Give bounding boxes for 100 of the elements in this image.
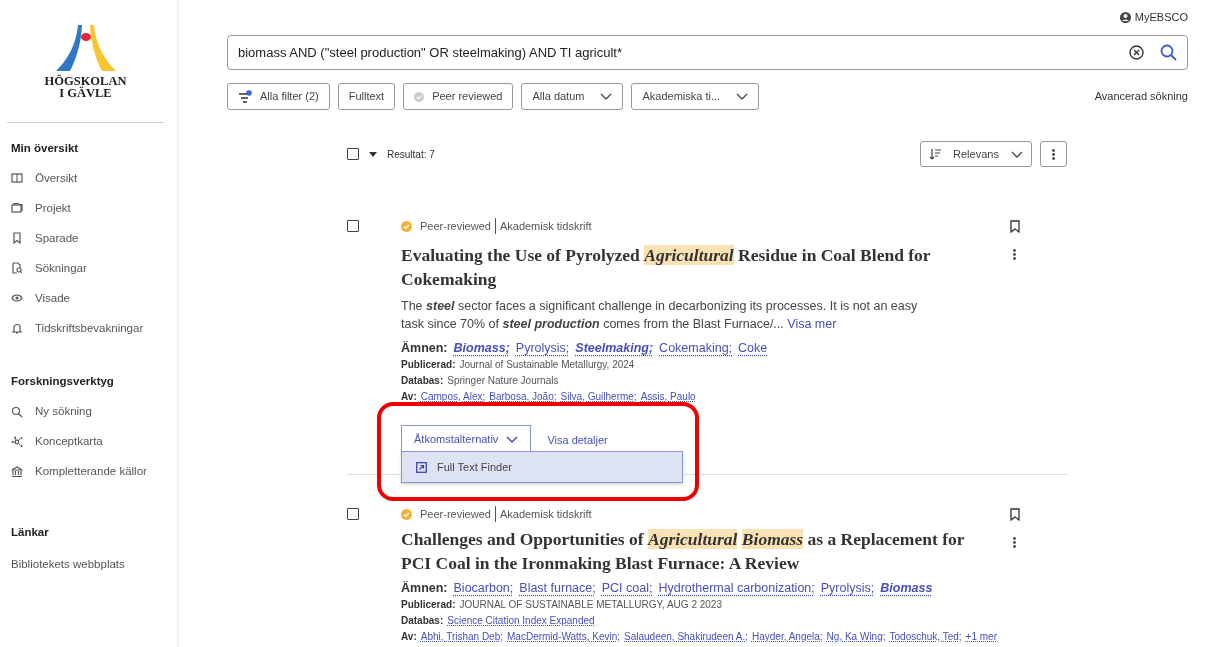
author-link[interactable]: Salaudeen, Shakirudeen A.; [624,629,748,645]
more-icon [1013,249,1016,260]
sidebar-item[interactable]: Visade [0,283,177,314]
sidebar-item[interactable]: Kompletterande källor [0,456,177,487]
bank-icon [11,465,23,478]
filter-button[interactable]: Akademiska ti... [631,83,760,110]
abstract-text: The steel sector faces a significant challenge in decarbonizing its processes. It is not an easy task since 70% of steel production comes from the Blast Furnace/... Visa mer [401,298,919,333]
chevron-down-icon [1011,150,1023,158]
result-title[interactable]: Challenges and Opportunities of Agricultural Biomass as a Replacement for PCI Coal in the Ironmaking Blast Furnace: A Review [401,527,981,575]
bookmark-icon [1009,508,1020,521]
subject-link[interactable]: Blast furnace; [519,580,596,597]
author-link[interactable]: Hayder, Angela; [752,629,823,645]
subject-link[interactable]: Biomass; [453,340,510,357]
sidebar-item[interactable]: Sparade [0,223,177,254]
more-authors-link[interactable]: +1 mer [965,629,997,645]
logo-text: HÖGSKOLAN I GÄVLE [44,75,127,99]
bookmark-icon [1009,220,1020,233]
more-icon [1013,537,1016,548]
field-label: Av: [401,630,417,644]
subject-link[interactable]: Biocarbon; [453,580,514,597]
details-link[interactable]: Visa detaljer [547,432,608,449]
sidebar-item[interactable]: Projekt [0,193,177,224]
publication-type: Akademisk tidskrift [499,506,592,522]
peer-reviewed-label: Peer-reviewed [420,505,496,523]
publication-type: Akademisk tidskrift [499,218,592,234]
caret-down-icon [369,151,377,157]
publication-text: JOURNAL OF SUSTAINABLE METALLURGY, AUG 2 2023 [459,598,722,612]
subject-link[interactable]: PCI coal; [601,580,653,597]
bell-icon [11,322,23,335]
filter-button[interactable]: Peer reviewed [403,83,514,110]
section-heading: Länkar [10,524,50,540]
database-link[interactable]: Science Citation Index Expanded [447,613,595,629]
subjects-label: Ämnen: [401,340,448,357]
checkbox[interactable] [347,148,359,160]
document-search-icon [11,262,23,275]
author-link[interactable]: MacDermid-Watts, Kevin; [507,629,620,645]
author-link[interactable]: Barbosa, João; [489,389,557,405]
subjects-label: Ämnen: [401,580,448,597]
result-count: Resultat: 7 [387,147,435,162]
external-link-icon [416,461,427,473]
logo-drawing [55,25,116,71]
field-label: Databas: [401,614,444,628]
subject-link[interactable]: Cokemaking; [659,340,733,357]
filter-button[interactable]: Alla datum [521,83,624,110]
checkbox[interactable] [347,220,359,232]
menu-item[interactable]: Full Text Finder [401,451,683,483]
advanced-search-link[interactable]: Avancerad sökning [1094,88,1188,105]
account-link[interactable]: MyEBSCO [1119,8,1188,26]
field-label: Publicerad: [401,598,456,612]
sidebar-item[interactable]: Ny sökning [0,396,177,427]
chevron-down-icon [600,93,613,100]
access-options-button[interactable]: Åtkomstalternativ [401,425,532,452]
subject-link[interactable]: Pyrolysis; [515,340,570,357]
subject-link[interactable]: Pyrolysis; [820,580,875,597]
network-icon [11,435,23,448]
section-heading: Min översikt [10,141,80,156]
chevron-down-icon [736,93,749,100]
field-label: Av: [401,390,417,404]
chevron-down-icon [506,435,519,443]
publication-text: Journal of Sustainable Metallurgy, 2024 [459,358,635,372]
database-text: Springer Nature Journals [447,374,559,388]
more-options-button[interactable] [1040,141,1067,167]
subject-link[interactable]: Hydrothermal carbonization; [658,580,815,597]
check-badge-icon [414,91,425,102]
check-badge-icon [401,220,412,232]
peer-reviewed-label: Peer-reviewed [420,217,496,235]
search-icon [1160,44,1177,61]
clear-button[interactable] [1129,45,1144,60]
filter-button[interactable]: Fulltext [337,83,396,110]
author-link[interactable]: Assis, Paulo [640,389,696,405]
sort-dropdown[interactable]: Relevans [920,141,1032,167]
subject-link[interactable]: Biomass [880,580,933,597]
result-title[interactable]: Evaluating the Use of Pyrolyzed Agricultural Residue in Coal Blend for Cokemaking [401,243,981,291]
sort-icon [929,148,941,160]
subject-link[interactable]: Steelmaking; [575,340,654,357]
folder-icon [11,202,23,215]
author-link[interactable]: Ng, Ka Wing; [826,629,886,645]
sidebar-item[interactable]: Tidskriftsbevakningar [0,313,177,344]
field-label: Publicerad: [401,358,456,372]
search-button[interactable] [1160,44,1177,61]
author-link[interactable]: Campos, Alex; [420,389,486,405]
check-badge-icon [401,508,412,520]
author-link[interactable]: Silva, Guilherme; [560,389,637,405]
sidebar-item[interactable]: Sökningar [0,253,177,284]
user-icon [1119,11,1131,23]
sidebar-item[interactable]: Bibliotekets webbplats [0,549,177,580]
sidebar-item[interactable]: Konceptkarta [0,426,177,457]
book-icon [11,172,23,185]
section-heading: Forskningsverktyg [10,374,115,390]
search-field[interactable]: biomass AND ("steel production" OR steelmaking) AND TI agricult* [227,35,1188,70]
eye-icon [11,292,23,305]
filter-button[interactable]: Alla filter (2) [227,83,330,110]
field-label: Databas: [401,374,444,388]
author-link[interactable]: Abhi, Trishan Deb; [420,629,503,645]
show-more-link[interactable]: Visa mer [787,317,837,331]
subject-link[interactable]: Coke [738,340,768,357]
author-link[interactable]: Todoschuk, Ted; [889,629,962,645]
search-icon [11,405,23,418]
sidebar-item[interactable]: Översikt [0,163,177,194]
checkbox[interactable] [347,508,359,520]
